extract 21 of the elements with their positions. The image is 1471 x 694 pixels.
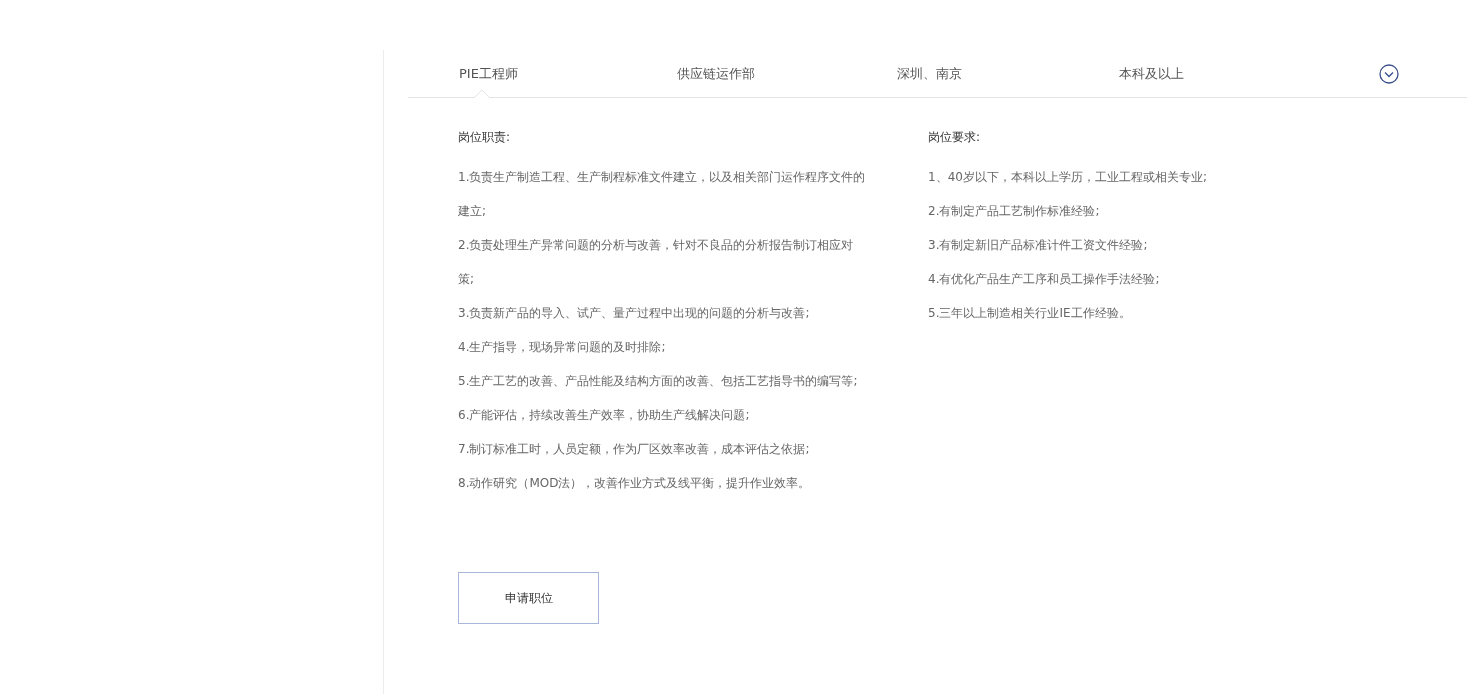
education-text: 本科及以上 — [1119, 64, 1185, 83]
duty-item: 4.生产指导，现场异常问题的及时排除; — [458, 339, 667, 356]
requirement-item: 4.有优化产品生产工序和员工操作手法经验; — [928, 271, 1161, 288]
apply-button[interactable]: 申请职位 — [458, 572, 599, 624]
duty-item: 6.产能评估，持续改善生产效率，协助生产线解决问题; — [458, 407, 751, 424]
duty-item: 5.生产工艺的改善、产品性能及结构方面的改善、包括工艺指导书的编写等; — [458, 373, 859, 390]
section-heading: 岗位要求: — [928, 129, 982, 146]
requirement-item: 3.有制定新旧产品标准计件工资文件经验; — [928, 237, 1149, 254]
requirement-item: 2.有制定产品工艺制作标准经验; — [928, 203, 1101, 220]
requirement-item: 1、40岁以下，本科以上学历，工业工程或相关专业; — [928, 169, 1208, 186]
section-heading: 岗位职责: — [458, 129, 512, 146]
duty-item: 7.制订标准工时，人员定额，作为厂区效率改善，成本评估之依据; — [458, 441, 811, 458]
duty-item: 1.负责生产制造工程、生产制程标准文件建立，以及相关部门运作程序文件的建立; — [458, 169, 867, 220]
duty-item: 8.动作研究（MOD法），改善作业方式及线平衡，提升作业效率。 — [458, 475, 812, 492]
department-text: 供应链运作部 — [677, 64, 756, 83]
requirement-item: 5.三年以上制造相关行业IE工作经验。 — [928, 305, 1132, 322]
duty-item: 3.负责新产品的导入、试产、量产过程中出现的问题的分析与改善; — [458, 305, 811, 322]
collapse-chevron-icon[interactable] — [1379, 63, 1399, 84]
job-title: PIE工程师 — [459, 64, 519, 83]
duty-item: 2.负责处理生产异常问题的分析与改善，针对不良品的分析报告制订相应对策; — [458, 237, 855, 288]
location-text: 深圳、南京 — [897, 64, 963, 83]
